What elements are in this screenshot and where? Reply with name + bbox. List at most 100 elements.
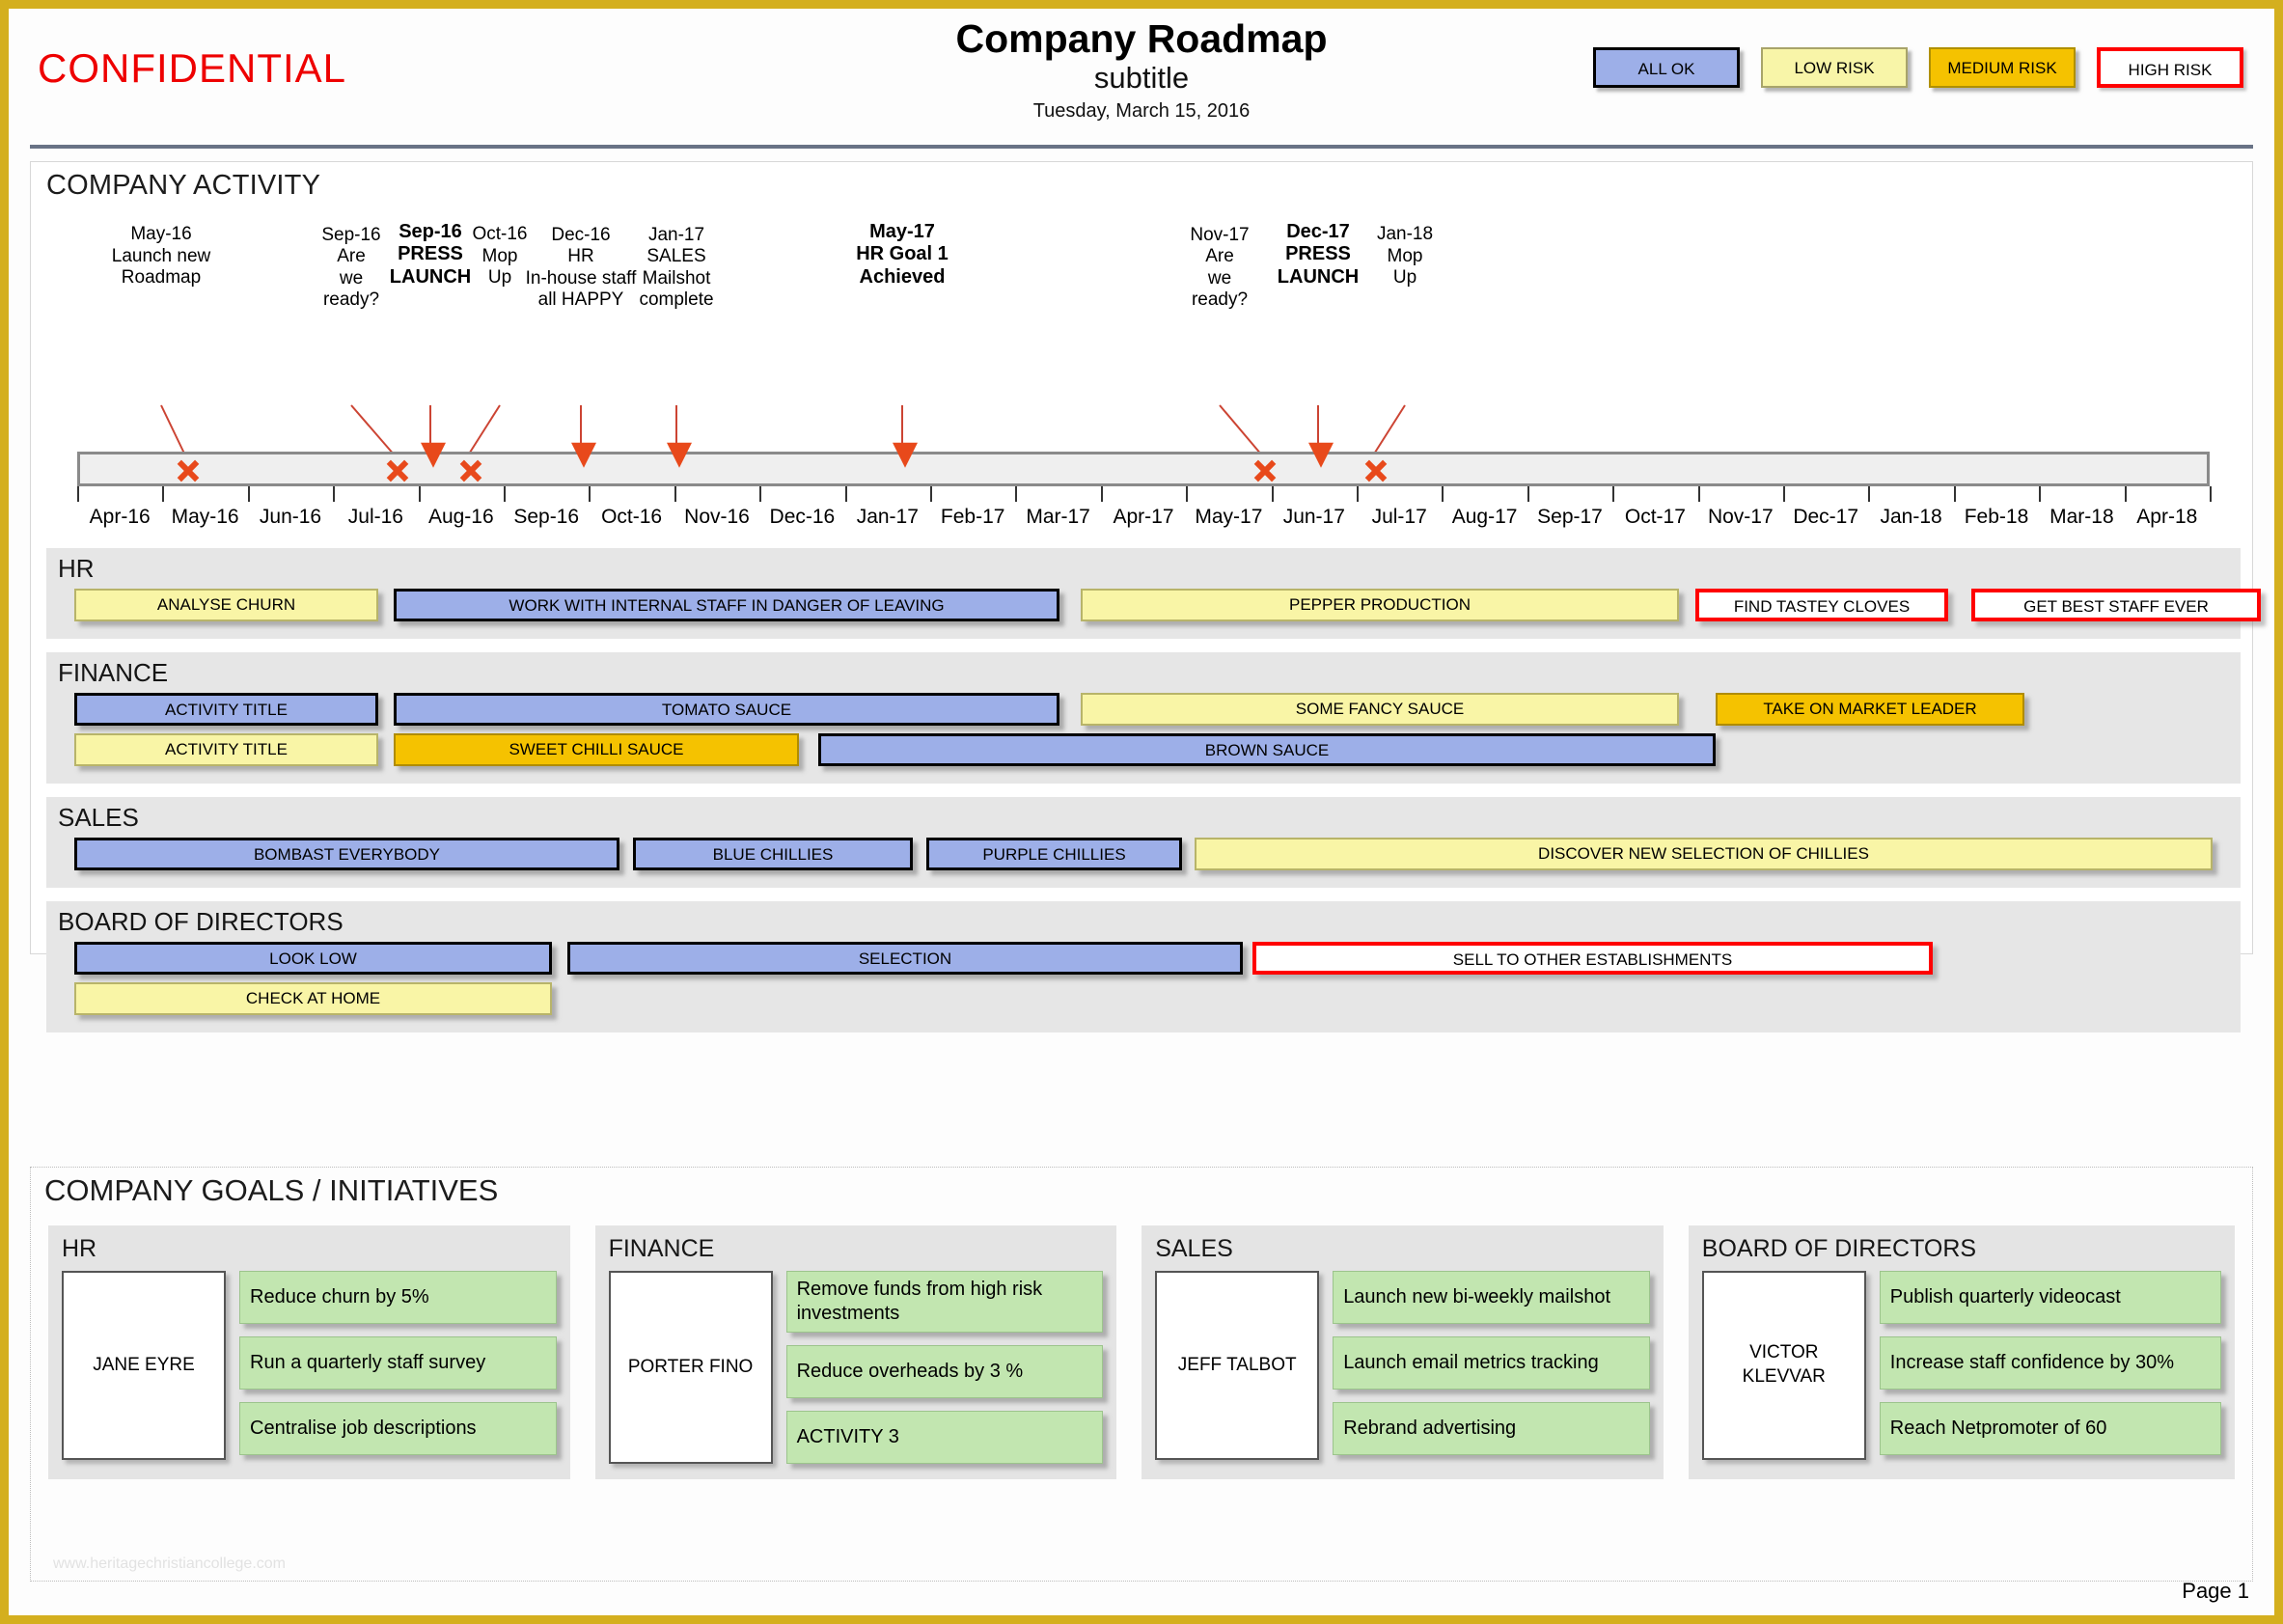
activity-bar[interactable]: SELL TO OTHER ESTABLISHMENTS	[1252, 942, 1933, 975]
swimlane-row: CHECK AT HOME	[46, 982, 2241, 1015]
axis-tick-label: Jan-18	[1880, 506, 1942, 528]
axis-tick-label: Mar-18	[2049, 506, 2114, 528]
activity-bar[interactable]: SELECTION	[567, 942, 1243, 975]
milestone-label: Oct-16 Mop Up	[472, 224, 528, 288]
axis-tick	[1100, 486, 1103, 502]
swimlanes: HR ANALYSE CHURN WORK WITH INTERNAL STAFF …	[46, 548, 2261, 1046]
goal-owner: VICTOR KLEVVAR	[1701, 1271, 1866, 1460]
milestone-triangle-marker	[1308, 442, 1334, 468]
axis-tick	[1186, 486, 1189, 502]
milestone-label: Nov-17 Are we ready?	[1190, 225, 1250, 310]
activity-bar[interactable]: WORK WITH INTERNAL STAFF IN DANGER OF LE…	[394, 589, 1059, 621]
goal-owner: PORTER FINO	[608, 1271, 773, 1464]
activity-bar[interactable]: LOOK LOW	[74, 942, 552, 975]
activity-bar[interactable]: FIND TASTEY CLOVES	[1695, 589, 1948, 621]
legend-medium-risk[interactable]: MEDIUM RISK	[1929, 47, 2076, 88]
goal-card: SALES JEFF TALBOT Launch new bi-weekly mai…	[1142, 1225, 1664, 1479]
activity-bar[interactable]: DISCOVER NEW SELECTION OF CHILLIES	[1195, 838, 2213, 870]
axis-tick	[333, 486, 336, 502]
goal-owner: JANE EYRE	[62, 1271, 226, 1460]
axis-tick	[77, 486, 79, 502]
axis-tick-label: May-17	[1195, 506, 1263, 528]
company-goals-heading: COMPANY GOALS / INITIATIVES	[44, 1173, 499, 1207]
goal-item[interactable]: ACTIVITY 3	[785, 1411, 1104, 1464]
goal-item[interactable]: Reduce churn by 5%	[239, 1271, 557, 1324]
axis-tick-label: Jul-17	[1371, 506, 1427, 528]
goal-item[interactable]: Launch email metrics tracking	[1333, 1336, 1650, 1390]
company-activity-heading: COMPANY ACTIVITY	[46, 170, 321, 201]
axis-tick-label: Aug-17	[1451, 506, 1518, 528]
axis-tick-label: Nov-17	[1707, 506, 1774, 528]
activity-bar[interactable]: TOMATO SAUCE	[394, 693, 1059, 726]
axis-tick	[162, 486, 165, 502]
timeline-bar[interactable]	[77, 442, 2210, 486]
axis-tick-label: Nov-16	[684, 506, 750, 528]
swimlane: BOARD OF DIRECTORS LOOK LOW SELECTION SELL …	[46, 901, 2241, 1032]
axis-tick	[930, 486, 932, 502]
goal-item[interactable]: Rebrand advertising	[1333, 1402, 1650, 1455]
swimlane-row: ACTIVITY TITLE SWEET CHILLI SAUCE BROWN SA…	[46, 733, 2241, 766]
milestone-label: Jan-17 SALES Mailshot complete	[639, 225, 714, 310]
watermark: www.heritagechristiancollege.com	[53, 1555, 286, 1572]
axis-tick	[1612, 486, 1615, 502]
axis-tick	[1953, 486, 1956, 502]
goal-card: BOARD OF DIRECTORS VICTOR KLEVVAR Publish …	[1688, 1225, 2235, 1479]
activity-bar[interactable]: SOME FANCY SAUCE	[1081, 693, 1679, 726]
activity-bar[interactable]: ACTIVITY TITLE	[74, 693, 378, 726]
milestone-triangle-marker	[421, 442, 446, 468]
goal-card: FINANCE PORTER FINO Remove funds from high…	[594, 1225, 1117, 1479]
activity-bar[interactable]: GET BEST STAFF EVER	[1971, 589, 2261, 621]
goal-card-title: SALES	[1155, 1235, 1233, 1262]
activity-bar[interactable]: BOMBAST EVERYBODY	[74, 838, 619, 870]
activity-bar[interactable]: SWEET CHILLI SAUCE	[394, 733, 799, 766]
goal-item[interactable]: Remove funds from high risk investments	[785, 1271, 1104, 1333]
axis-tick-label: Oct-16	[601, 506, 663, 528]
milestone-cross-marker	[458, 458, 483, 483]
swimlane-row: BOMBAST EVERYBODY BLUE CHILLIES PURPLE CHI…	[46, 838, 2241, 870]
goal-item[interactable]: Publish quarterly videocast	[1879, 1271, 2221, 1324]
risk-legend: ALL OK LOW RISK MEDIUM RISK HIGH RISK	[1593, 47, 2243, 88]
axis-tick-label: Sep-16	[513, 506, 580, 528]
axis-tick	[674, 486, 676, 502]
milestone-cross-marker	[1363, 458, 1389, 483]
activity-bar[interactable]: BLUE CHILLIES	[633, 838, 913, 870]
goal-cards: HR JANE EYRE Reduce churn by 5% Run a quart…	[48, 1225, 2235, 1479]
activity-bar[interactable]: ACTIVITY TITLE	[74, 733, 378, 766]
milestone-label: Jan-18 Mop Up	[1376, 224, 1434, 288]
axis-tick	[1442, 486, 1444, 502]
goal-card-title: FINANCE	[608, 1235, 715, 1262]
legend-all-ok[interactable]: ALL OK	[1593, 47, 1740, 88]
axis-tick-label: Dec-17	[1793, 506, 1859, 528]
goal-item[interactable]: Reach Netpromoter of 60	[1879, 1402, 2221, 1455]
axis-tick	[418, 486, 421, 502]
axis-tick-label: Feb-18	[1964, 506, 2029, 528]
goal-card-title: BOARD OF DIRECTORS	[1701, 1235, 1977, 1262]
axis-tick	[589, 486, 591, 502]
activity-bar[interactable]: CHECK AT HOME	[74, 982, 552, 1015]
axis-tick-label: Sep-17	[1537, 506, 1603, 528]
activity-bar[interactable]: PEPPER PRODUCTION	[1081, 589, 1679, 621]
goal-item[interactable]: Run a quarterly staff survey	[239, 1336, 557, 1390]
goal-item[interactable]: Centralise job descriptions	[239, 1402, 557, 1455]
activity-bar[interactable]: PURPLE CHILLIES	[926, 838, 1182, 870]
activity-bar[interactable]: TAKE ON MARKET LEADER	[1716, 693, 2024, 726]
legend-low-risk[interactable]: LOW RISK	[1761, 47, 1908, 88]
axis-tick-label: Apr-17	[1113, 506, 1174, 528]
milestone-cross-marker	[1252, 458, 1278, 483]
milestone-label: Sep-16 Are we ready?	[321, 225, 381, 310]
goal-card-title: HR	[62, 1235, 97, 1262]
axis-tick	[2124, 486, 2127, 502]
page-header: CONFIDENTIAL Company Roadmap subtitle Tu…	[9, 9, 2274, 153]
goal-item[interactable]: Reduce overheads by 3 %	[785, 1345, 1104, 1398]
axis-tick-label: Jun-17	[1282, 506, 1345, 528]
axis-tick-label: Aug-16	[427, 506, 494, 528]
legend-high-risk[interactable]: HIGH RISK	[2097, 47, 2243, 88]
activity-bar[interactable]: BROWN SAUCE	[818, 733, 1716, 766]
page-number: Page 1	[2182, 1579, 2249, 1603]
swimlane: HR ANALYSE CHURN WORK WITH INTERNAL STAFF …	[46, 548, 2261, 639]
milestone-labels: May-16 Launch new Roadmap Sep-16 Are we r…	[31, 203, 2252, 425]
axis-tick	[1868, 486, 1871, 502]
goal-item[interactable]: Launch new bi-weekly mailshot	[1333, 1271, 1650, 1324]
goal-item[interactable]: Increase staff confidence by 30%	[1879, 1336, 2221, 1390]
activity-bar[interactable]: ANALYSE CHURN	[74, 589, 378, 621]
